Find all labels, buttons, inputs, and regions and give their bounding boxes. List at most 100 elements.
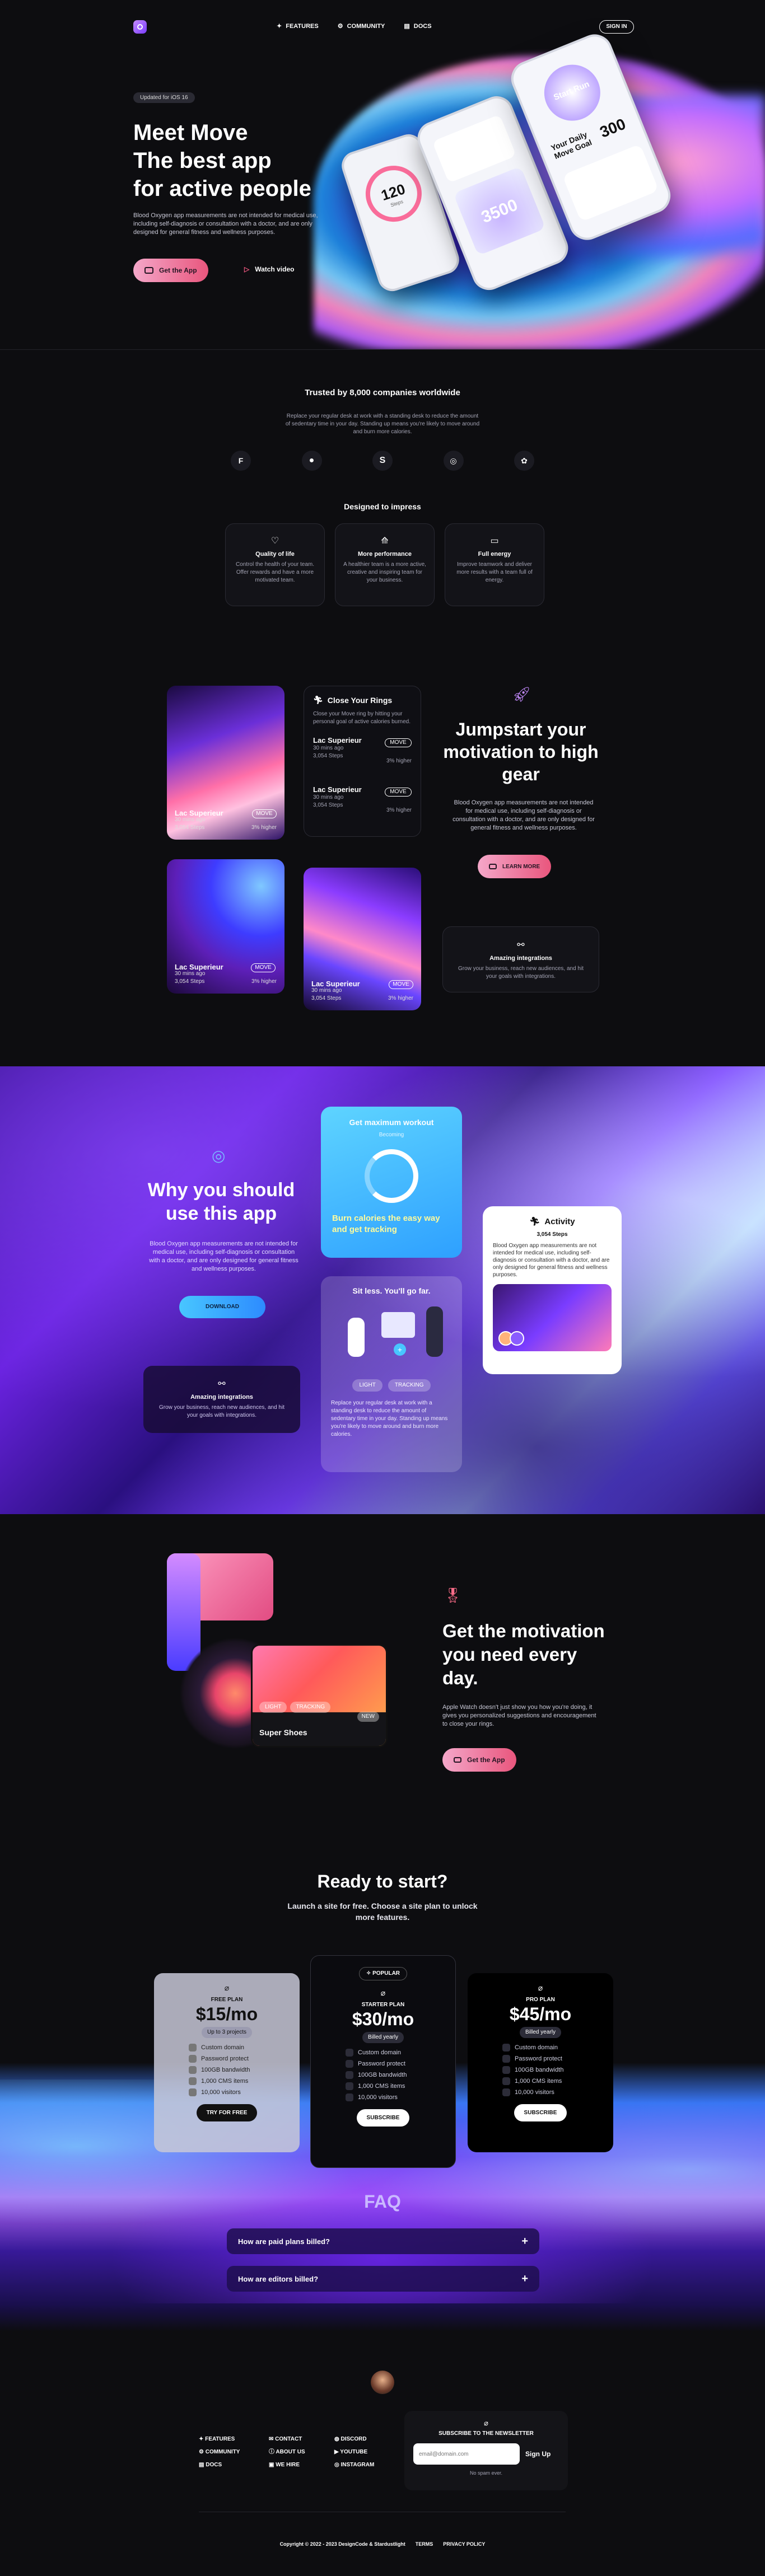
integrations-desc: Grow your business, reach new audiences,… (458, 966, 584, 980)
shoe-new-badge: NEW (357, 1712, 379, 1722)
connection-icon: ⚯ (218, 1379, 226, 1389)
footer-link-instagram[interactable]: ◎ INSTAGRAM (334, 2458, 374, 2471)
hero-section: ✦ FEATURES ⚙ COMMUNITY ▤ DOCS SIGN IN Updat… (0, 0, 765, 350)
nav-community-label: COMMUNITY (347, 22, 385, 30)
motivation-get-app-button[interactable]: Get the App (442, 1748, 516, 1772)
signin-button[interactable]: SIGN IN (599, 20, 634, 34)
faq-item[interactable]: How are editors billed? + (227, 2266, 539, 2292)
subscribe-button[interactable]: SUBSCRIBE (356, 2109, 410, 2127)
learn-more-label: LEARN MORE (502, 863, 540, 870)
footer-link-features[interactable]: ✦ FEATURES (199, 2433, 240, 2446)
footer-link-label: YOUTUBE (340, 2449, 368, 2455)
subscribe-button[interactable]: SUBSCRIBE (514, 2104, 567, 2121)
trusted-section: Trusted by 8,000 companies worldwide Rep… (0, 350, 765, 686)
battery-icon: ▭ (490, 536, 499, 546)
footer-link-hire[interactable]: ▣ WE HIRE (269, 2458, 305, 2471)
plan-icon: ⌀ (538, 1983, 543, 1992)
footer-link-about[interactable]: ⓘ ABOUT US (269, 2446, 305, 2458)
running-icon: 🏃︎ (529, 1217, 540, 1226)
tracking-tag[interactable]: TRACKING (388, 1379, 431, 1392)
nav-community[interactable]: ⚙ COMMUNITY (338, 22, 385, 30)
impress-card-desc: Control the health of your team. Offer r… (235, 561, 315, 583)
plan-icon: ⌀ (380, 1988, 386, 1997)
subscribe-label: SUBSCRIBE (366, 2115, 400, 2121)
move-goal-title: Your Daily Move Goal (549, 129, 593, 161)
plus-icon: + (521, 2272, 528, 2285)
nav-features[interactable]: ✦ FEATURES (277, 22, 319, 30)
tile-steps: 3,054 Steps (175, 978, 205, 985)
ring-item-move-button[interactable]: MOVE (385, 788, 412, 797)
connection-icon: ⚯ (517, 940, 525, 950)
tile-steps: 3,054 Steps (311, 995, 342, 1001)
plan-feature: 100GB bandwidth (502, 2066, 600, 2074)
plan-feature-text: 10,000 visitors (515, 2089, 554, 2096)
newsletter-email-input[interactable] (413, 2443, 520, 2465)
tile-move-button[interactable]: MOVE (389, 980, 413, 989)
terms-link[interactable]: TERMS (416, 2541, 433, 2547)
faq-item[interactable]: How are paid plans billed? + (227, 2228, 539, 2254)
faq-question: How are editors billed? (238, 2274, 319, 2283)
get-app-button[interactable]: Get the App (133, 259, 208, 282)
impress-card-title: Quality of life (255, 551, 295, 558)
get-app-label: Get the App (159, 266, 197, 274)
plan-feature-text: 1,000 CMS items (515, 2078, 562, 2085)
footer-link-community[interactable]: ⚙ COMMUNITY (199, 2446, 240, 2458)
logo-icon[interactable] (133, 20, 147, 34)
copyright-text: Copyright © 2022 - 2023 DesignCode & Sta… (279, 2541, 405, 2547)
medal-icon: 🎖︎ (444, 1587, 463, 1604)
nav-docs[interactable]: ▤ DOCS (404, 22, 431, 30)
light-tag[interactable]: LIGHT (352, 1379, 382, 1392)
ring-item-pct: 3% higher (386, 807, 412, 813)
plan-period: Up to 3 projects (201, 2027, 253, 2038)
shoe-light-tag[interactable]: LIGHT (259, 1702, 287, 1713)
plus-icon: + (394, 1343, 406, 1356)
learn-more-button[interactable]: LEARN MORE (478, 855, 552, 878)
shoe-tracking-tag[interactable]: TRACKING (290, 1702, 331, 1713)
chart-icon: ⟰ (381, 536, 389, 546)
jumpstart-description: Blood Oxygen app measurements are not in… (453, 799, 595, 831)
plan-price: $45/mo (509, 2004, 572, 2024)
figma-logo-icon: ✿ (514, 451, 534, 471)
newsletter-card: ⌀ SUBSCRIBE TO THE NEWSLETTER Sign Up No… (404, 2411, 568, 2490)
impress-card-performance: ⟰ More performance A healthier team is a… (335, 523, 435, 606)
newsletter-signup-button[interactable]: Sign Up (525, 2450, 551, 2458)
tile-move-button[interactable]: MOVE (251, 963, 276, 972)
ring-item-move-button[interactable]: MOVE (385, 738, 412, 747)
logo-row: F ● S ◎ ✿ (231, 451, 534, 471)
tile-percentage: 3% higher (251, 825, 277, 831)
phone-orb: 3500 (453, 166, 546, 256)
footer-link-label: COMMUNITY (205, 2449, 240, 2455)
sit-less-title: Sit less. You'll go far. (352, 1286, 431, 1295)
kcal-value: 3500 (478, 195, 521, 227)
briefcase-icon: ▣ (269, 2462, 276, 2468)
spark-icon: ✧ (366, 1970, 373, 1977)
framer-logo-icon: F (231, 451, 251, 471)
plan-feature: Custom domain (346, 2049, 442, 2057)
motivation-get-app-label: Get the App (467, 1756, 505, 1764)
app-icon (144, 267, 153, 274)
try-free-button[interactable]: TRY FOR FREE (196, 2104, 258, 2121)
pricing-subtitle: Launch a site for free. Choose a site pl… (287, 1901, 478, 1922)
footer-link-docs[interactable]: ▤ DOCS (199, 2458, 240, 2471)
plan-feature-text: 100GB bandwidth (358, 2072, 407, 2078)
plan-feature-text: Password protect (358, 2060, 405, 2067)
watch-video-button[interactable]: ▷ Watch video (244, 265, 294, 273)
mail-icon: ✉ (269, 2436, 276, 2442)
plan-name: PRO PLAN (526, 1997, 555, 2003)
nav-docs-label: DOCS (413, 22, 432, 30)
footer-link-contact[interactable]: ✉ CONTACT (269, 2433, 305, 2446)
plan-feature: Password protect (189, 2055, 286, 2063)
footer-link-label: CONTACT (275, 2436, 302, 2442)
footer-link-discord[interactable]: ◍ DISCORD (334, 2433, 374, 2446)
motivation-section: LIGHT TRACKING NEW Super Shoes 🎖︎ Get th… (0, 1514, 765, 1839)
integrations-title: Amazing integrations (489, 955, 552, 962)
nav-features-label: FEATURES (286, 22, 319, 30)
footer-link-youtube[interactable]: ▶ YOUTUBE (334, 2446, 374, 2458)
sit-illustration: + (331, 1301, 452, 1374)
hero-title-line-2: The best app (133, 148, 272, 173)
privacy-link[interactable]: PRIVACY POLICY (443, 2541, 485, 2547)
plan-feature: Custom domain (189, 2044, 286, 2052)
plan-feature: 1,000 CMS items (502, 2077, 600, 2085)
download-button[interactable]: DOWNLOAD (179, 1296, 265, 1318)
tile-move-button[interactable]: MOVE (252, 809, 277, 818)
